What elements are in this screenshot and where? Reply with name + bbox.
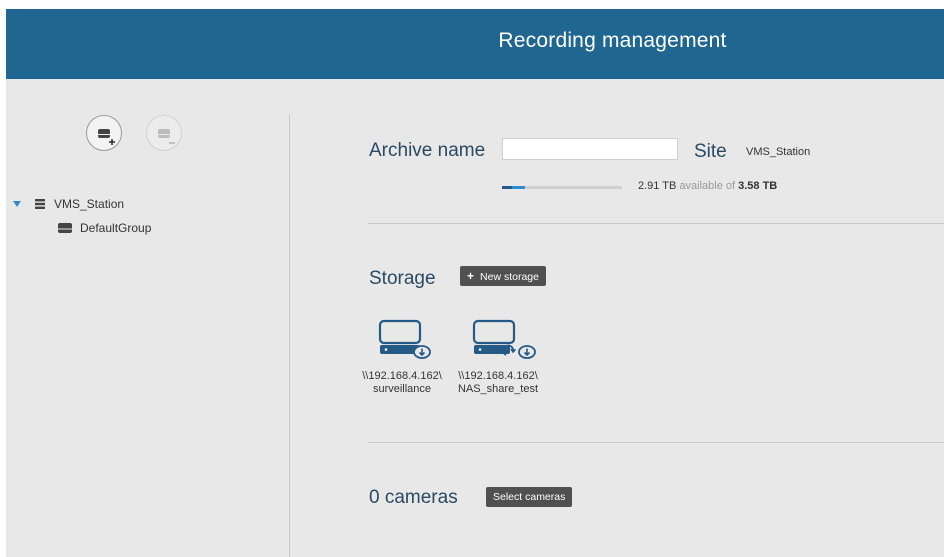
remove-storage-button[interactable] — [146, 115, 182, 151]
cameras-title: 0 cameras — [369, 487, 458, 508]
select-cameras-button[interactable]: Select cameras — [486, 487, 573, 507]
tree-item-label: DefaultGroup — [80, 221, 152, 235]
header-bar: Recording management — [6, 9, 944, 79]
storage-path: \\192.168.4.162\ NAS_share_test — [448, 370, 548, 396]
tree-item-label: VMS_Station — [54, 197, 125, 211]
nas-storage-download-icon — [378, 319, 431, 359]
storage-path-share: surveillance — [372, 383, 432, 395]
add-storage-button[interactable] — [86, 115, 122, 151]
add-storage-icon — [98, 129, 115, 145]
available-of-text: available of — [679, 180, 736, 192]
remove-storage-icon — [158, 129, 175, 144]
tree-item-station[interactable]: VMS_Station — [10, 194, 280, 214]
storage-path-host: \\192.168.4.162\ — [458, 370, 538, 382]
available-capacity: 2.91 TB — [638, 180, 677, 192]
site-value: VMS_Station — [746, 146, 811, 158]
expand-arrow-icon[interactable] — [12, 199, 22, 209]
section-divider — [368, 442, 944, 443]
total-capacity: 3.58 TB — [738, 180, 778, 192]
app-frame: Recording management VMS_Station Default… — [6, 9, 944, 557]
server-icon — [35, 199, 45, 209]
nas-storage-sync-icon — [472, 319, 536, 359]
site-label: Site — [694, 141, 727, 162]
tree-item-defaultgroup[interactable]: DefaultGroup — [58, 218, 258, 238]
storage-path: \\192.168.4.162\ surveillance — [352, 370, 452, 396]
storage-path-share: NAS_share_test — [457, 383, 539, 395]
storage-path-host: \\192.168.4.162\ — [362, 370, 442, 382]
sidebar: VMS_Station DefaultGroup — [6, 79, 288, 557]
page-title: Recording management — [498, 29, 727, 52]
capacity-text: 2.91 TB available of 3.58 TB — [638, 180, 777, 192]
storage-item[interactable]: \\192.168.4.162\ surveillance — [352, 79, 452, 419]
storage-item[interactable]: \\192.168.4.162\ NAS_share_test — [448, 79, 548, 419]
storage-group-icon — [58, 223, 72, 233]
main-panel: Archive name Site VMS_Station 2.91 TB av… — [290, 79, 944, 557]
